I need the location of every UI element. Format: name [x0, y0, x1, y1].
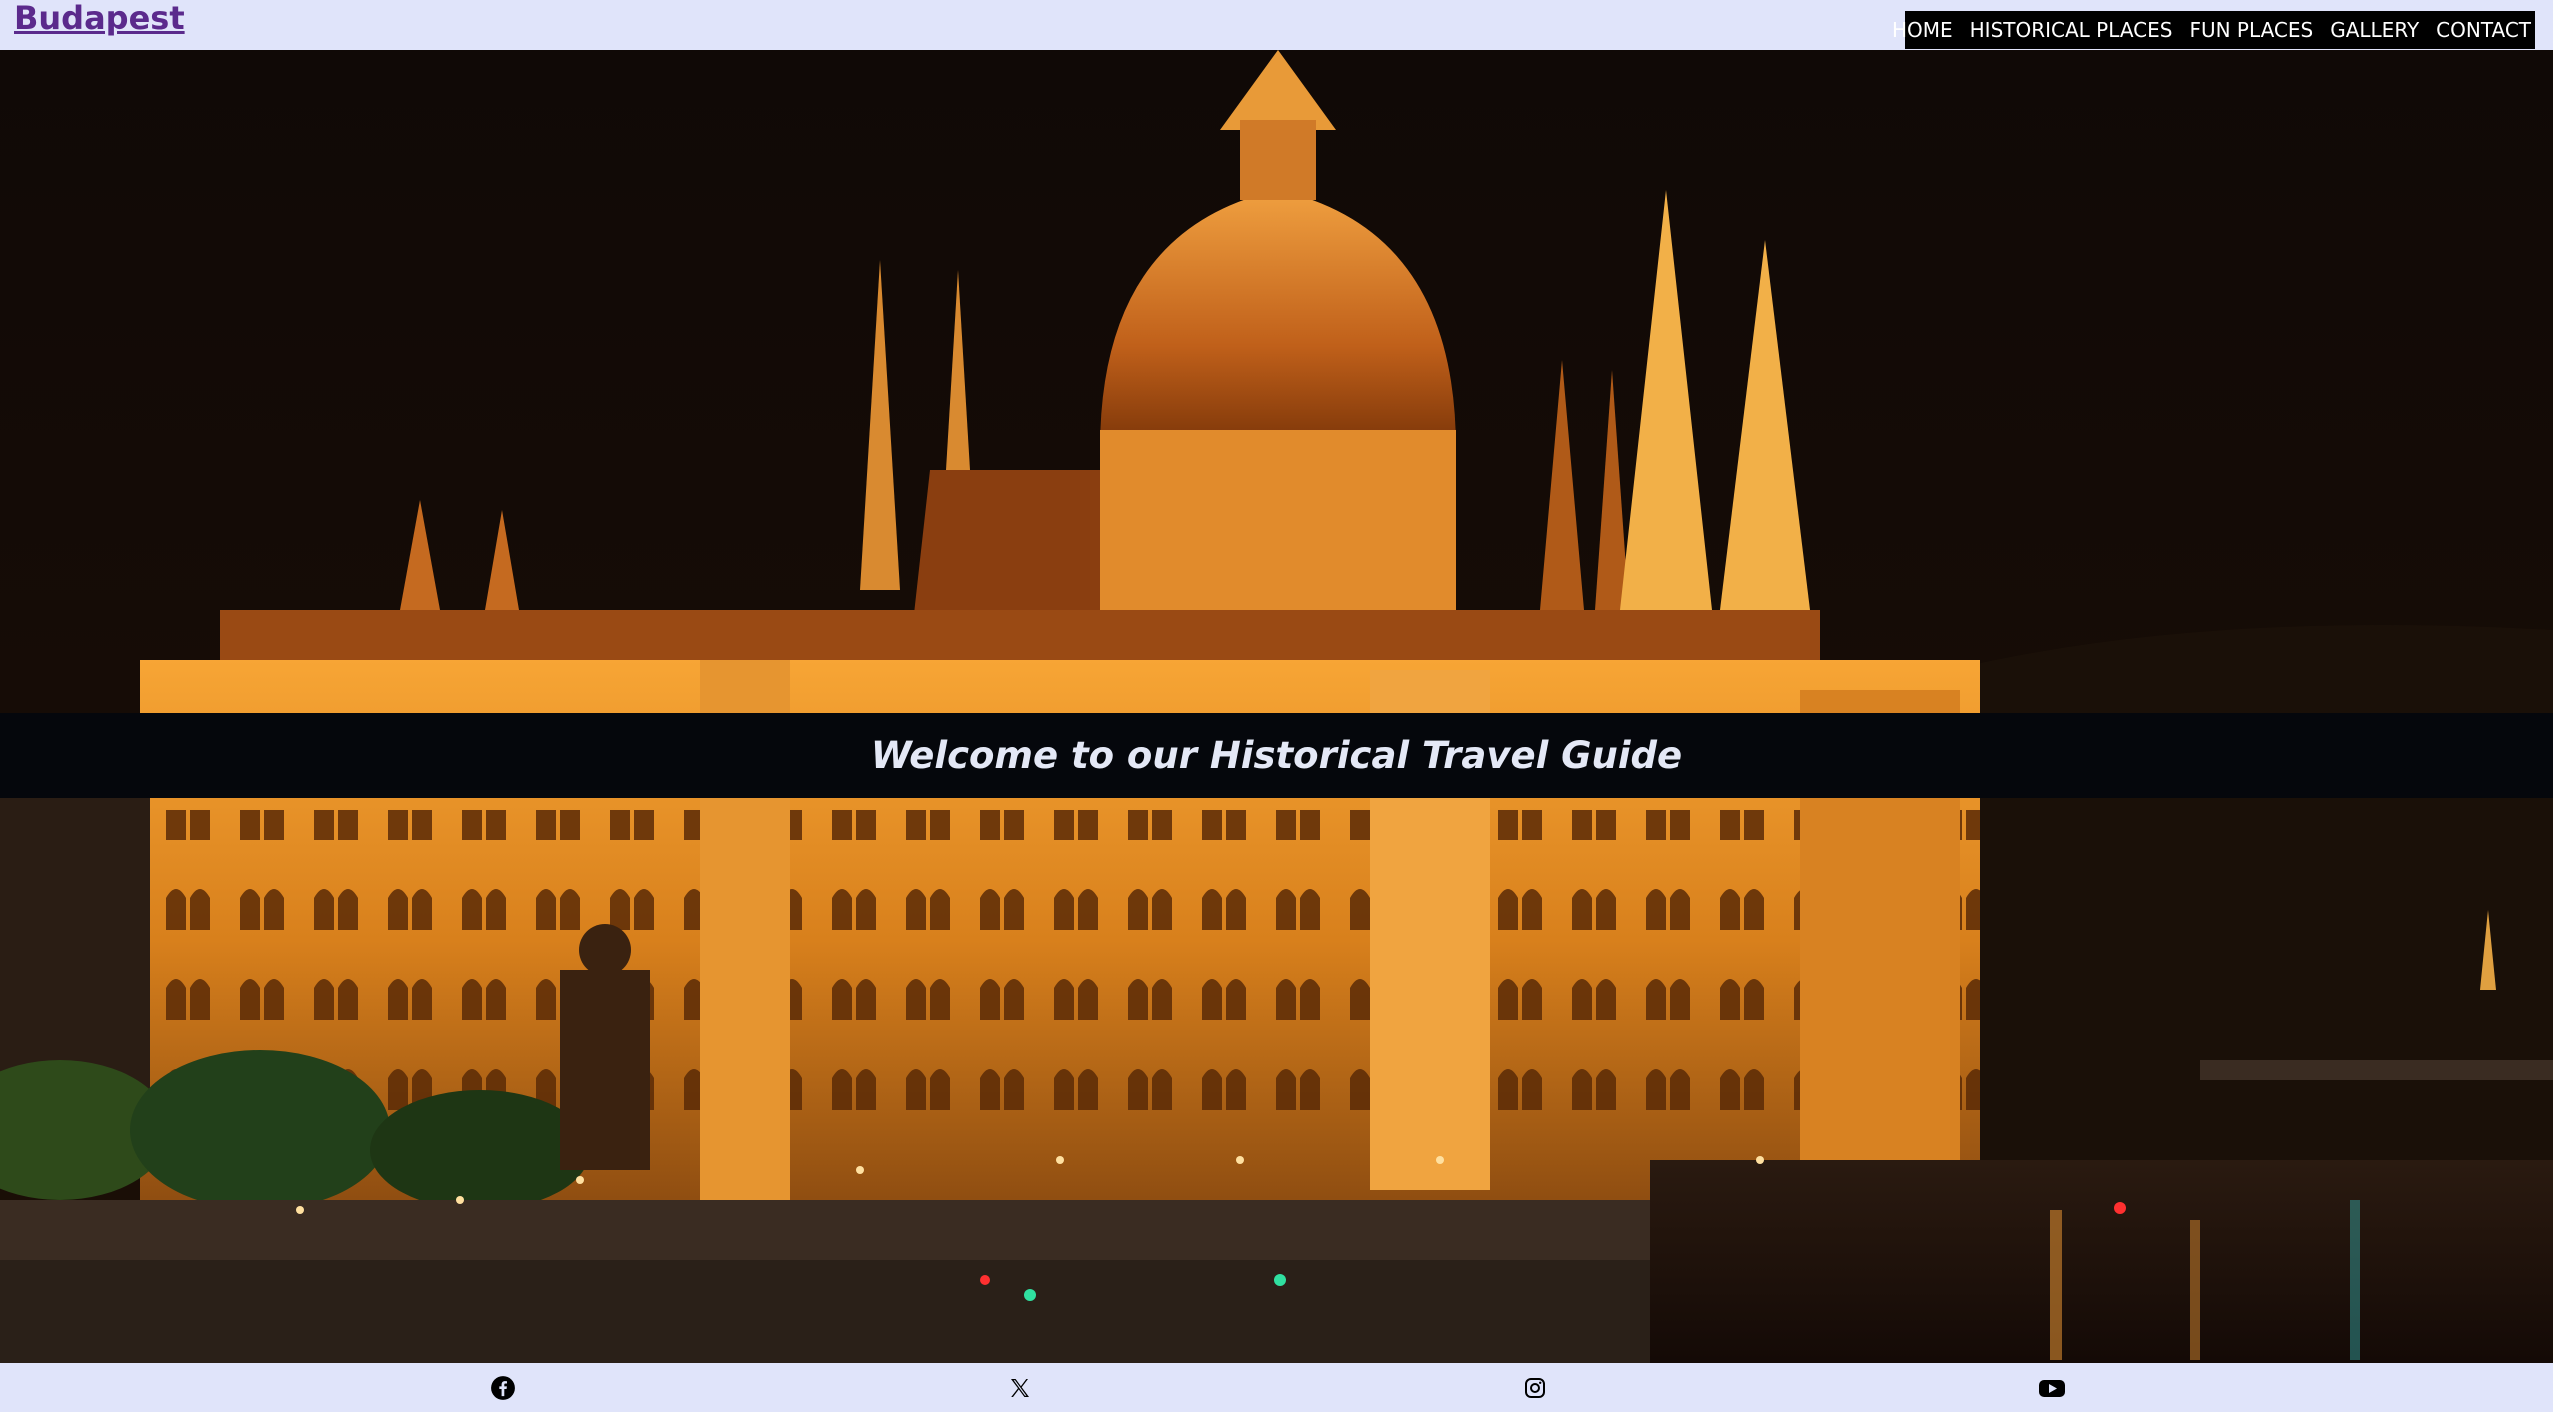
- hero-image: [0, 50, 2553, 1363]
- facebook-icon[interactable]: [488, 1373, 518, 1403]
- site-logo-link[interactable]: Budapest: [14, 0, 185, 36]
- youtube-icon[interactable]: [2037, 1373, 2067, 1403]
- nav-home[interactable]: HOME: [1892, 18, 1953, 42]
- hero-section: Welcome to our Historical Travel Guide: [0, 50, 2553, 1363]
- instagram-icon[interactable]: [1520, 1373, 1550, 1403]
- x-icon[interactable]: [1005, 1373, 1035, 1403]
- nav-historical-places[interactable]: HISTORICAL PLACES: [1970, 18, 2173, 42]
- welcome-banner: Welcome to our Historical Travel Guide: [0, 713, 2553, 798]
- welcome-text: Welcome to our Historical Travel Guide: [870, 734, 1683, 777]
- site-footer: [0, 1363, 2553, 1412]
- nav-fun-places[interactable]: FUN PLACES: [2189, 18, 2313, 42]
- nav-gallery[interactable]: GALLERY: [2330, 18, 2419, 42]
- site-header: Budapest HOME HISTORICAL PLACES FUN PLAC…: [0, 0, 2553, 50]
- nav-contact[interactable]: CONTACT: [2436, 18, 2531, 42]
- main-nav: HOME HISTORICAL PLACES FUN PLACES GALLER…: [1892, 11, 2535, 49]
